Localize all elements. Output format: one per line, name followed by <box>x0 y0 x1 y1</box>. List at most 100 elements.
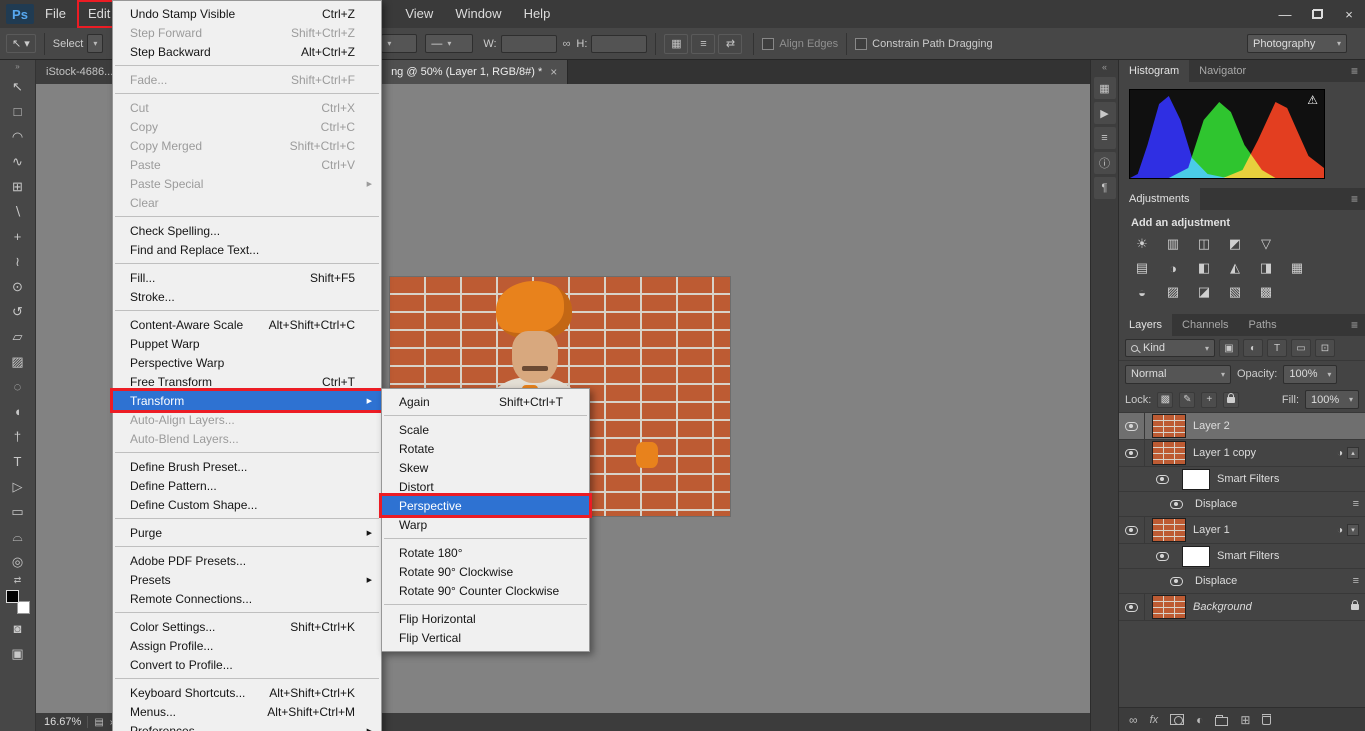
panel-menu-icon[interactable]: ≡ <box>1344 188 1365 210</box>
lock-all-icon[interactable] <box>1223 391 1240 408</box>
minimize-icon[interactable]: — <box>1269 0 1301 28</box>
quick-selection-tool-icon[interactable]: ∿ <box>4 149 32 174</box>
delete-layer-icon[interactable] <box>1262 714 1272 725</box>
curves-icon[interactable]: ◫ <box>1193 235 1215 253</box>
opacity-dropdown[interactable]: 100% ▾ <box>1283 364 1338 384</box>
menu-item-paste[interactable]: Paste Ctrl+V ▶ <box>113 155 381 174</box>
layer-row-layer-1-copy[interactable]: Layer 1 copy ◑ ▴ <box>1119 440 1365 467</box>
menu-item-perspective-warp[interactable]: Perspective Warp ▶ <box>113 353 381 372</box>
menu-item-perspective[interactable]: Perspective ▶ <box>382 496 589 515</box>
menu-item-paste-special[interactable]: Paste Special ▶ <box>113 174 381 193</box>
info-panel-icon[interactable]: ⓘ <box>1093 152 1116 174</box>
fill-dropdown[interactable]: 100% ▾ <box>1305 390 1359 409</box>
clone-source-panel-icon[interactable]: ▦ <box>1093 77 1116 99</box>
menu-item-preferences[interactable]: Preferences ▶ <box>113 721 381 731</box>
menubar-view[interactable]: View <box>394 0 444 28</box>
brush-settings-panel-icon[interactable]: ≡ <box>1093 127 1116 149</box>
menu-item-keyboard-shortcuts[interactable]: Keyboard Shortcuts... Alt+Shift+Ctrl+K ▶ <box>113 683 381 702</box>
menu-item-auto-align-layers[interactable]: Auto-Align Layers... ▶ <box>113 410 381 429</box>
layer-row-layer-1[interactable]: Layer 1 ◑ ▾ <box>1119 517 1365 544</box>
healing-brush-tool-icon[interactable]: + <box>4 224 32 249</box>
filter-adjustment-layers-icon[interactable]: ◐ <box>1243 339 1263 357</box>
layer-row-layer-2[interactable]: Layer 2 <box>1119 413 1365 440</box>
menu-item-presets[interactable]: Presets ▶ <box>113 570 381 589</box>
filter-blend-options-icon[interactable]: ≡ <box>1353 498 1359 510</box>
smart-filters-label[interactable]: Smart Filters <box>1217 473 1279 485</box>
menu-item-step-backward[interactable]: Step Backward Alt+Ctrl+Z ▶ <box>113 42 381 61</box>
menu-item-free-transform[interactable]: Free Transform Ctrl+T ▶ <box>113 372 381 391</box>
menu-item-copy-merged[interactable]: Copy Merged Shift+Ctrl+C ▶ <box>113 136 381 155</box>
paragraph-panel-icon[interactable]: ¶ <box>1093 177 1116 199</box>
layer-thumbnail[interactable] <box>1152 414 1186 438</box>
smart-filters-row[interactable]: Smart Filters <box>1119 467 1365 492</box>
menu-item-scale[interactable]: Scale ▶ <box>382 420 589 439</box>
menu-item-check-spelling[interactable]: Check Spelling... ▶ <box>113 221 381 240</box>
tab-adjustments[interactable]: Adjustments <box>1119 188 1200 210</box>
filter-mask-thumbnail[interactable] <box>1182 468 1210 490</box>
menu-item-rotate-180[interactable]: Rotate 180° ▶ <box>382 543 589 562</box>
expand-panels-icon[interactable]: « <box>1102 60 1107 74</box>
filter-type-layers-icon[interactable]: T <box>1267 339 1287 357</box>
link-dimensions-icon[interactable]: ∞ <box>563 38 571 50</box>
menu-item-skew[interactable]: Skew ▶ <box>382 458 589 477</box>
lock-transparency-icon[interactable]: ▩ <box>1157 391 1174 408</box>
channel-mixer-icon[interactable]: ◨ <box>1255 259 1277 277</box>
vibrance-icon[interactable]: ▽ <box>1255 235 1277 253</box>
zoom-tool-icon[interactable]: ◎ <box>4 549 32 574</box>
menu-item-rotate-90-counter-clockwise[interactable]: Rotate 90° Counter Clockwise ▶ <box>382 581 589 600</box>
visibility-eye-icon[interactable] <box>1169 576 1183 586</box>
visibility-eye-icon[interactable] <box>1155 474 1169 484</box>
move-tool-icon[interactable]: ↖ <box>4 74 32 99</box>
workspace-dropdown[interactable]: Photography ▾ <box>1247 34 1347 53</box>
layer-row-background[interactable]: Background <box>1119 594 1365 621</box>
menu-item-rotate-90-clockwise[interactable]: Rotate 90° Clockwise ▶ <box>382 562 589 581</box>
lock-pixels-icon[interactable]: ✎ <box>1179 391 1196 408</box>
dodge-tool-icon[interactable]: ◖ <box>4 399 32 424</box>
filter-name[interactable]: Displace <box>1195 575 1237 587</box>
menu-item-define-brush-preset[interactable]: Define Brush Preset... ▶ <box>113 457 381 476</box>
hand-tool-icon[interactable]: ⌓ <box>4 524 32 549</box>
menubar-help[interactable]: Help <box>513 0 562 28</box>
add-layer-mask-icon[interactable] <box>1170 714 1185 725</box>
history-brush-tool-icon[interactable]: ↺ <box>4 299 32 324</box>
swap-colors-icon[interactable]: ⇄ <box>14 574 22 586</box>
menu-item-define-custom-shape[interactable]: Define Custom Shape... ▶ <box>113 495 381 514</box>
brightness-contrast-icon[interactable]: ☀ <box>1131 235 1153 253</box>
smart-filter-badge-icon[interactable]: ◑ <box>1337 448 1343 459</box>
current-tool-button[interactable]: ↖ ▾ <box>6 34 36 53</box>
clone-stamp-tool-icon[interactable]: ⊙ <box>4 274 32 299</box>
brush-tool-icon[interactable]: ≀ <box>4 249 32 274</box>
zoom-level[interactable]: 16.67% <box>44 716 81 728</box>
quick-mask-icon[interactable]: ◙ <box>4 616 32 641</box>
restore-icon[interactable] <box>1301 0 1333 28</box>
menu-item-menus[interactable]: Menus... Alt+Shift+Ctrl+M ▶ <box>113 702 381 721</box>
menu-item-auto-blend-layers[interactable]: Auto-Blend Layers... ▶ <box>113 429 381 448</box>
color-swatches[interactable] <box>5 590 30 614</box>
menu-item-define-pattern[interactable]: Define Pattern... ▶ <box>113 476 381 495</box>
layer-name[interactable]: Background <box>1193 601 1252 613</box>
reference-point-dropdown[interactable]: ▾ <box>381 34 418 53</box>
menu-item-again[interactable]: Again Shift+Ctrl+T ▶ <box>382 392 589 411</box>
close-icon[interactable]: × <box>1333 0 1365 28</box>
visibility-eye-icon[interactable] <box>1125 602 1138 612</box>
filter-name[interactable]: Displace <box>1195 498 1237 510</box>
displace-filter-row[interactable]: Displace ≡ <box>1119 492 1365 517</box>
layer-thumbnail[interactable] <box>1152 595 1186 619</box>
menu-item-convert-to-profile[interactable]: Convert to Profile... ▶ <box>113 655 381 674</box>
eraser-tool-icon[interactable]: ▱ <box>4 324 32 349</box>
shape-tool-icon[interactable]: ▭ <box>4 499 32 524</box>
gradient-map-icon[interactable]: ▩ <box>1255 283 1277 301</box>
actions-panel-icon[interactable]: ▶ <box>1093 102 1116 124</box>
selective-color-icon[interactable]: ▧ <box>1224 283 1246 301</box>
invert-icon[interactable]: ◒ <box>1131 283 1153 301</box>
filter-kind-dropdown[interactable]: Kind ▾ <box>1125 339 1215 357</box>
menu-item-content-aware-scale[interactable]: Content-Aware Scale Alt+Shift+Ctrl+C ▶ <box>113 315 381 334</box>
menu-item-flip-vertical[interactable]: Flip Vertical ▶ <box>382 628 589 647</box>
menu-item-remote-connections[interactable]: Remote Connections... ▶ <box>113 589 381 608</box>
menu-item-cut[interactable]: Cut Ctrl+X ▶ <box>113 98 381 117</box>
panel-menu-icon[interactable]: ≡ <box>1344 314 1365 336</box>
threshold-icon[interactable]: ◪ <box>1193 283 1215 301</box>
posterize-icon[interactable]: ▨ <box>1162 283 1184 301</box>
lasso-tool-icon[interactable]: ◠ <box>4 124 32 149</box>
type-tool-icon[interactable]: T <box>4 449 32 474</box>
